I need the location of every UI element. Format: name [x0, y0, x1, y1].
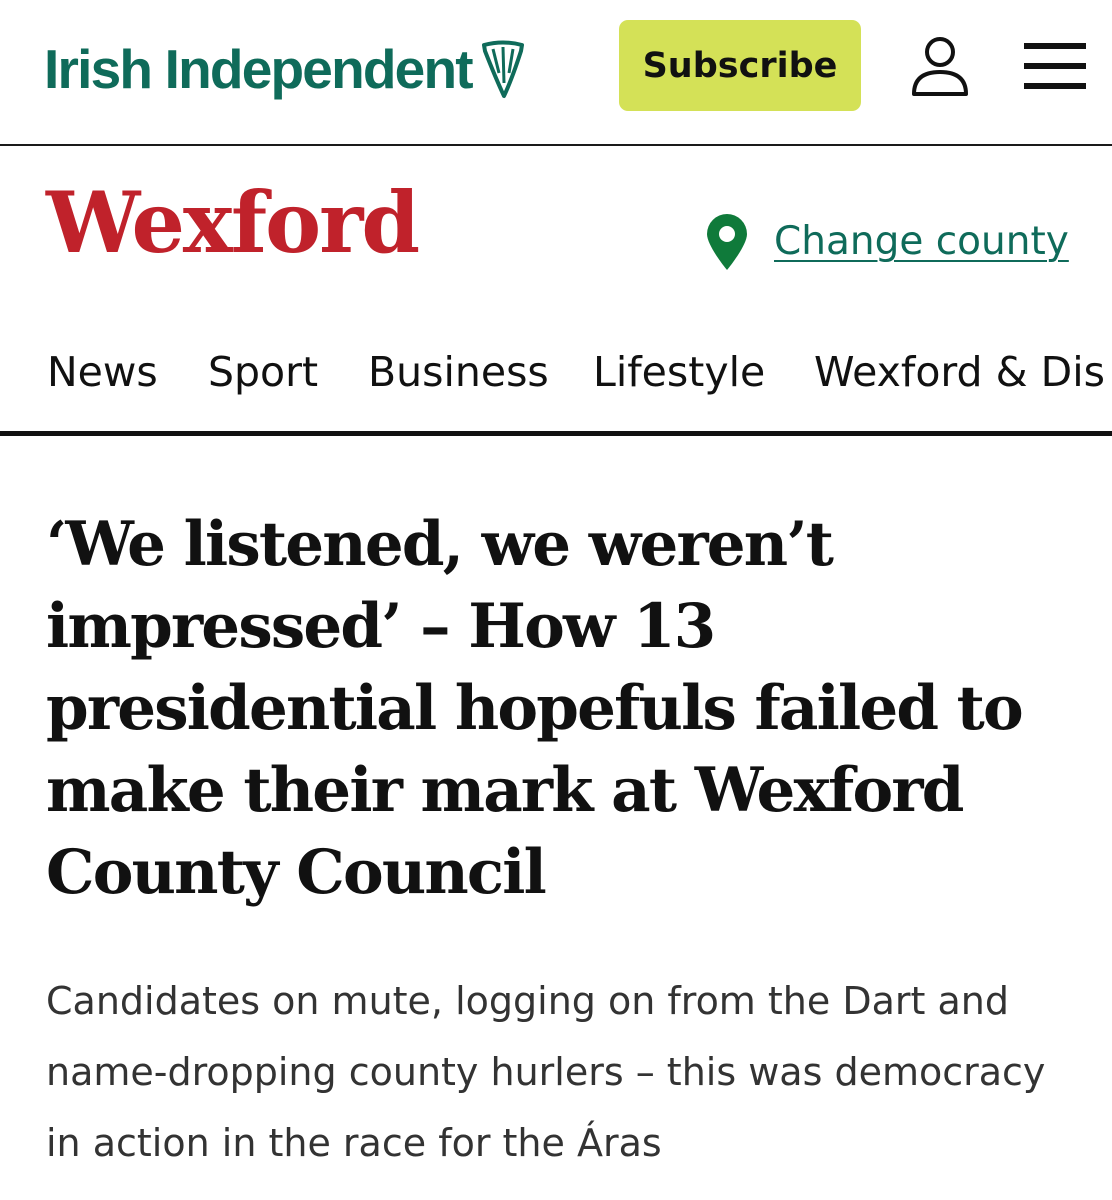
change-county-link[interactable]: Change county — [704, 212, 1069, 272]
site-logo[interactable]: Irish Independent — [44, 34, 526, 104]
section-nav: News Sport Business Lifestyle Wexford & … — [0, 330, 1112, 436]
harp-icon — [481, 40, 524, 98]
section-title: Wexford — [46, 173, 420, 272]
article-headline: ‘We listened, we weren’t impressed’ – Ho… — [46, 509, 1024, 908]
map-pin-icon — [707, 214, 747, 270]
article-standfirst: Candidates on mute, logging on from the … — [46, 979, 1046, 1165]
nav-item-business[interactable]: Business — [368, 344, 549, 400]
account-icon[interactable] — [909, 34, 971, 98]
menu-icon[interactable] — [1024, 41, 1086, 91]
nav-item-wexford-district[interactable]: Wexford & Dis — [814, 344, 1105, 400]
site-header: Irish Independent Subscribe — [0, 0, 1112, 146]
change-county-label: Change county — [774, 219, 1069, 264]
subscribe-button[interactable]: Subscribe — [619, 20, 861, 111]
brand-name: Irish Independent — [44, 38, 474, 100]
nav-item-lifestyle[interactable]: Lifestyle — [593, 344, 765, 400]
nav-item-sport[interactable]: Sport — [208, 344, 318, 400]
nav-item-news[interactable]: News — [47, 344, 158, 400]
